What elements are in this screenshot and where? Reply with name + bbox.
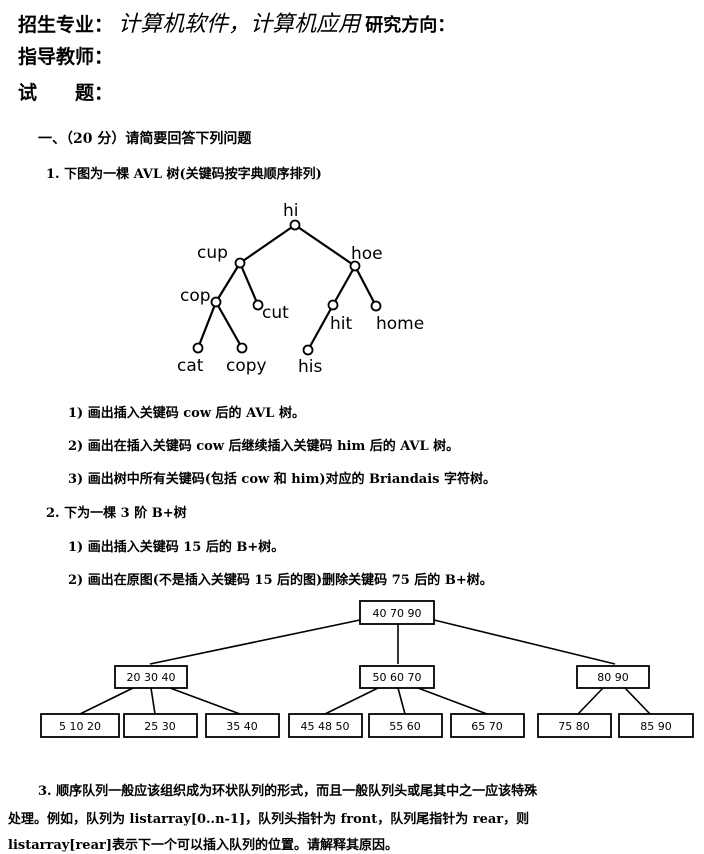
avl-node-home: [370, 300, 382, 312]
exam-label: 试 题：: [18, 82, 114, 104]
header-major-row: 招生专业： 计算机软件，计算机应用 研究方向：: [18, 6, 455, 38]
avl-edge-hoe-home: [354, 265, 377, 307]
q1-sub1: 1) 画出插入关键码 cow 后的 AVL 树。: [68, 406, 305, 421]
advisor-label: 指导教师：: [18, 46, 114, 68]
avl-label-home: home: [376, 314, 424, 334]
q3-line2: 处理。例如，队列为 listarray[0..n-1]，队列头指针为 front…: [8, 812, 530, 827]
bplus-edge-root-left: [149, 619, 361, 665]
major-suffix: 研究方向：: [365, 15, 456, 36]
bplus-leaf-keys-4: 45 48 50: [301, 720, 350, 733]
bplus-leaf-keys-7: 75 80: [558, 720, 590, 733]
q1-title: 1. 下图为一棵 AVL 树(关键码按字典顺序排列): [46, 167, 322, 182]
bplus-leaf-keys-8: 85 90: [640, 720, 672, 733]
avl-edge-cop-copy: [215, 301, 243, 349]
bplus-tree-diagram: 40 70 90 20 30 40 50 60 70 80 90 5 10 20…: [40, 600, 694, 738]
bplus-edge-n3-l8: [624, 687, 651, 715]
avl-node-hi: [289, 219, 301, 231]
q2-sub2: 2) 画出在原图(不是插入关键码 15 后的图)删除关键码 75 后的 B+树。: [68, 573, 493, 588]
q3-line1: 3. 顺序队列一般应该组织成为环状队列的形式，而且一般队列头或尾其中之一应该特殊: [38, 784, 538, 799]
bplus-leaf-keys-5: 55 60: [389, 720, 421, 733]
avl-node-cup: [234, 257, 246, 269]
bplus-internal-keys-2: 50 60 70: [373, 671, 422, 684]
q1-sub2: 2) 画出在插入关键码 cow 后继续插入关键码 him 后的 AVL 树。: [68, 439, 460, 454]
avl-edge-cop-cat: [196, 301, 218, 349]
bplus-root-keys: 40 70 90: [373, 607, 422, 620]
avl-label-hoe: hoe: [351, 244, 383, 264]
avl-node-copy: [236, 342, 248, 354]
avl-node-cop: [210, 296, 222, 308]
bplus-edge-n2-l4: [324, 687, 379, 715]
avl-node-hit: [327, 299, 339, 311]
avl-node-his: [302, 344, 314, 356]
avl-label-his: his: [298, 357, 322, 377]
section1-title: 一、（20 分）请简要回答下列问题: [38, 131, 252, 147]
avl-edge-hi-hoe: [294, 224, 356, 267]
bplus-edge-n1-l1: [79, 687, 134, 715]
avl-label-cup: cup: [197, 243, 228, 263]
bplus-leaf-keys-2: 25 30: [144, 720, 176, 733]
avl-node-cat: [192, 342, 204, 354]
bplus-leaf-keys-6: 65 70: [471, 720, 503, 733]
q2-sub1: 1) 画出插入关键码 15 后的 B+树。: [68, 540, 285, 555]
avl-label-copy: copy: [226, 356, 267, 376]
q1-sub3: 3) 画出树中所有关键码(包括 cow 和 him)对应的 Briandais …: [68, 472, 496, 487]
avl-edge-hoe-hit: [332, 265, 356, 306]
q3-line3: listarray[rear]表示下一个可以插入队列的位置。请解释其原因。: [8, 838, 398, 853]
avl-label-hit: hit: [330, 314, 352, 334]
bplus-internal-keys-1: 20 30 40: [127, 671, 176, 684]
avl-tree-diagram: hi cup hoe cop cut hit home cat copy his: [177, 201, 424, 377]
major-label: 招生专业：: [18, 14, 114, 36]
avl-edge-cup-cop: [215, 262, 241, 303]
bplus-edge-n2-l6: [417, 687, 488, 715]
major-handwritten-value: 计算机软件，计算机应用: [118, 12, 361, 37]
avl-edge-hi-cup: [239, 224, 296, 264]
avl-label-cut: cut: [262, 303, 289, 323]
bplus-edge-n2-l5: [397, 687, 406, 715]
bplus-edge-n1-l3: [169, 687, 241, 715]
avl-label-cat: cat: [177, 356, 204, 376]
avl-edge-cup-cut: [238, 262, 260, 306]
bplus-internal-keys-3: 80 90: [597, 671, 629, 684]
bplus-leaf-keys-3: 35 40: [226, 720, 258, 733]
bplus-edge-n3-l7: [577, 687, 604, 715]
bplus-edge-n1-l2: [150, 687, 156, 715]
bplus-leaf-keys-1: 5 10 20: [59, 720, 101, 733]
avl-label-cop: cop: [180, 286, 211, 306]
avl-label-hi: hi: [283, 201, 299, 221]
q2-title: 2. 下为一棵 3 阶 B+树: [46, 506, 187, 521]
bplus-edge-root-right: [433, 619, 616, 665]
